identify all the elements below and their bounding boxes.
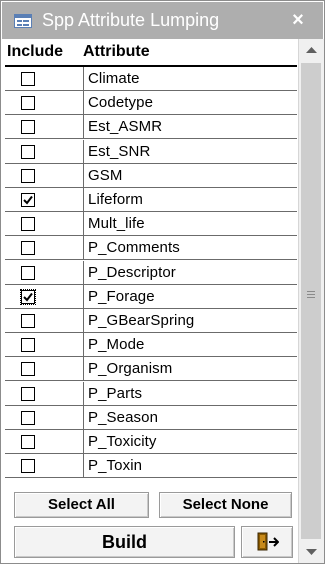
table-row[interactable]: Mult_life xyxy=(5,212,297,237)
table-row[interactable]: P_Toxin xyxy=(5,454,297,479)
attribute-cell: Codetype xyxy=(83,91,297,115)
select-all-button[interactable]: Select All xyxy=(14,492,149,518)
attribute-cell: Est_SNR xyxy=(83,139,297,163)
vertical-scrollbar[interactable] xyxy=(298,39,324,563)
select-none-button[interactable]: Select None xyxy=(159,492,292,518)
attribute-cell: GSM xyxy=(83,163,297,187)
table-row[interactable]: P_Mode xyxy=(5,333,297,358)
include-checkbox[interactable] xyxy=(21,314,35,328)
attribute-cell: P_Parts xyxy=(83,381,297,405)
attribute-cell: Mult_life xyxy=(83,212,297,236)
include-checkbox[interactable] xyxy=(21,241,35,256)
form-icon xyxy=(14,14,32,28)
include-checkbox[interactable] xyxy=(21,265,35,280)
build-button[interactable]: Build xyxy=(14,526,235,558)
exit-door-icon xyxy=(257,532,279,551)
table-row[interactable]: P_Toxicity xyxy=(5,430,297,454)
attribute-cell: P_Mode xyxy=(83,333,297,357)
close-icon: × xyxy=(292,9,304,31)
table-row[interactable]: Est_SNR xyxy=(5,139,297,164)
column-header-include: Include xyxy=(7,43,64,60)
table-row[interactable]: P_Descriptor xyxy=(5,260,297,285)
attribute-cell: Est_ASMR xyxy=(83,115,297,139)
window-title: Spp Attribute Lumping xyxy=(42,10,220,30)
attribute-list: Climate Codetype Est_ASMR Est_SNR GSM Lifefor… xyxy=(5,67,297,487)
title-bar[interactable]: Spp Attribute Lumping × xyxy=(2,2,323,39)
attribute-cell: P_Organism xyxy=(83,357,297,381)
table-row[interactable]: P_Forage xyxy=(5,284,297,309)
attribute-cell: P_Toxin xyxy=(83,454,297,478)
attribute-cell: P_Forage xyxy=(83,284,297,308)
include-checkbox[interactable] xyxy=(21,338,35,353)
table-row[interactable]: P_Parts xyxy=(5,381,297,406)
include-checkbox[interactable] xyxy=(21,72,35,86)
checkmark-icon xyxy=(23,195,33,205)
include-checkbox[interactable] xyxy=(21,120,35,135)
table-header: Include Attribute xyxy=(5,39,297,67)
include-checkbox[interactable] xyxy=(21,362,35,377)
attribute-cell: P_Season xyxy=(83,405,297,429)
scroll-up-button[interactable] xyxy=(299,39,324,61)
chevron-down-icon xyxy=(306,549,317,555)
include-checkbox[interactable] xyxy=(21,168,35,183)
include-checkbox[interactable] xyxy=(21,217,35,232)
grip-icon xyxy=(307,291,315,298)
attribute-cell: P_Toxicity xyxy=(83,430,297,453)
exit-button[interactable] xyxy=(241,526,293,558)
include-checkbox[interactable] xyxy=(20,288,36,305)
chevron-up-icon xyxy=(306,47,317,53)
table-row[interactable]: P_Organism xyxy=(5,357,297,382)
include-checkbox[interactable] xyxy=(21,386,35,401)
include-checkbox[interactable] xyxy=(21,96,35,111)
attribute-cell: P_GBearSpring xyxy=(83,309,297,332)
include-checkbox[interactable] xyxy=(21,410,35,425)
include-checkbox[interactable] xyxy=(21,193,35,207)
attribute-cell: P_Comments xyxy=(83,236,297,260)
scroll-thumb[interactable] xyxy=(301,63,321,539)
attribute-cell: Lifeform xyxy=(83,188,297,211)
column-header-attribute: Attribute xyxy=(83,43,150,60)
scroll-down-button[interactable] xyxy=(299,541,324,563)
table-row[interactable]: P_Comments xyxy=(5,236,297,261)
include-checkbox[interactable] xyxy=(21,459,35,474)
spp-attribute-lumping-window: Spp Attribute Lumping × Include Attribut… xyxy=(0,0,325,564)
attribute-cell: Climate xyxy=(83,67,297,90)
include-checkbox[interactable] xyxy=(21,435,35,449)
table-row[interactable]: Lifeform xyxy=(5,188,297,212)
table-row[interactable]: GSM xyxy=(5,163,297,188)
close-button[interactable]: × xyxy=(285,2,311,39)
attribute-cell: P_Descriptor xyxy=(83,260,297,284)
include-checkbox[interactable] xyxy=(21,144,35,159)
table-row[interactable]: Climate xyxy=(5,67,297,91)
table-row[interactable]: Codetype xyxy=(5,91,297,116)
table-row[interactable]: Est_ASMR xyxy=(5,115,297,140)
table-row[interactable]: P_Season xyxy=(5,405,297,430)
table-row[interactable]: P_GBearSpring xyxy=(5,309,297,333)
checkmark-icon xyxy=(23,292,33,302)
